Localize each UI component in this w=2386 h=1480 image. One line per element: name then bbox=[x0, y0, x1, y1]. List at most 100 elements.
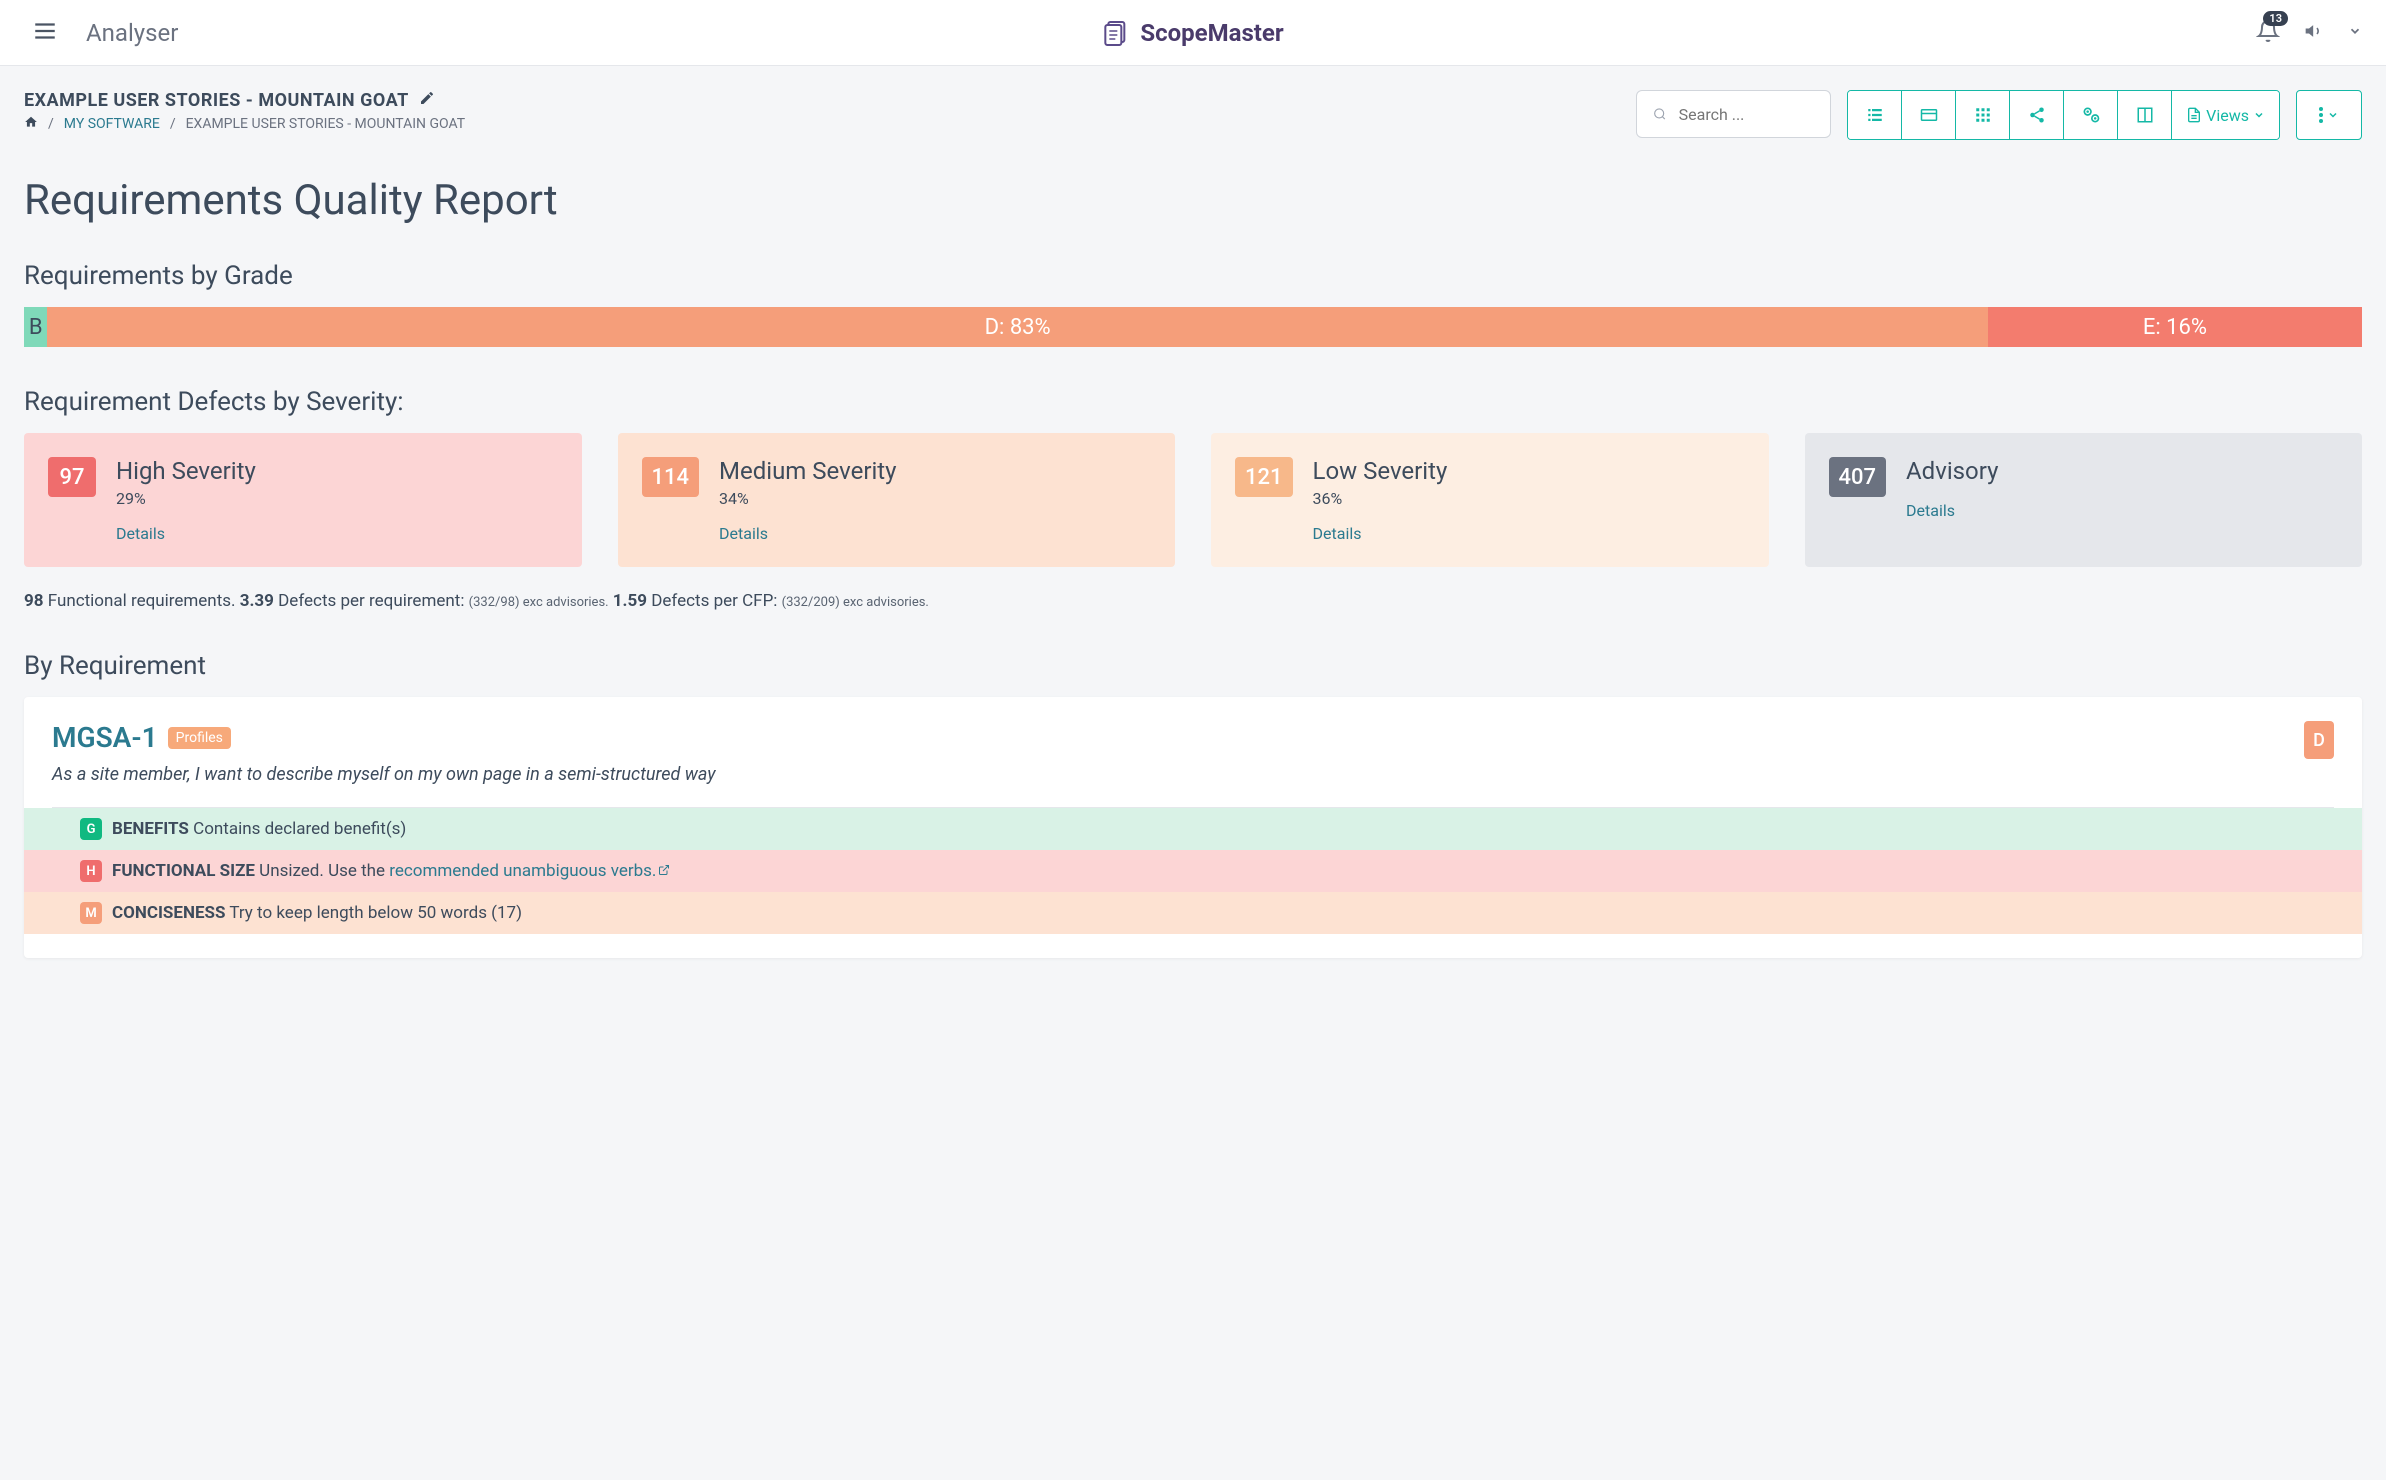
severity-count: 121 bbox=[1235, 457, 1293, 497]
severity-label: Low Severity bbox=[1313, 457, 1448, 485]
logo[interactable]: ScopeMaster bbox=[1102, 18, 1283, 48]
issue-row-good: G BENEFITS Contains declared benefit(s) bbox=[24, 808, 2362, 850]
breadcrumb-link[interactable]: MY SOFTWARE bbox=[64, 116, 160, 132]
verbs-link[interactable]: recommended unambiguous verbs. bbox=[389, 861, 656, 881]
severity-count: 114 bbox=[642, 457, 700, 497]
card-icon bbox=[1920, 106, 1938, 124]
more-actions-button[interactable] bbox=[2296, 90, 2362, 140]
grade-badge: D bbox=[2304, 721, 2334, 759]
card-view-button[interactable] bbox=[1902, 91, 1956, 139]
details-link[interactable]: Details bbox=[1313, 524, 1448, 543]
grade-segment-e: E: 16% bbox=[1988, 307, 2362, 347]
views-dropdown[interactable]: Views bbox=[2172, 91, 2279, 139]
requirement-id-link[interactable]: MGSA-1 bbox=[52, 721, 158, 754]
panel-icon bbox=[2136, 106, 2154, 124]
issue-title: BENEFITS bbox=[112, 819, 189, 839]
search-box[interactable] bbox=[1636, 90, 1831, 138]
search-input[interactable] bbox=[1679, 105, 1815, 124]
chevron-down-icon bbox=[2348, 24, 2362, 38]
severity-label: Medium Severity bbox=[719, 457, 896, 485]
grid-icon bbox=[1974, 106, 1992, 124]
volume-icon bbox=[2304, 21, 2324, 41]
document-icon bbox=[2186, 107, 2202, 123]
header-right: 13 bbox=[2256, 19, 2362, 47]
issue-title: FUNCTIONAL SIZE bbox=[112, 861, 255, 881]
notification-count: 13 bbox=[2263, 11, 2288, 26]
issue-text: Unsized. Use the bbox=[259, 861, 389, 881]
issue-text: Contains declared benefit(s) bbox=[193, 819, 406, 839]
home-icon bbox=[24, 115, 38, 129]
severity-card-medium: 114 Medium Severity 34% Details bbox=[618, 433, 1176, 567]
title-left: EXAMPLE USER STORIES - MOUNTAIN GOAT / M… bbox=[24, 90, 1620, 133]
breadcrumb-current: EXAMPLE USER STORIES - MOUNTAIN GOAT bbox=[186, 116, 466, 132]
grid-view-button[interactable] bbox=[1956, 91, 2010, 139]
details-link[interactable]: Details bbox=[1906, 501, 1998, 520]
req-header: MGSA-1 Profiles bbox=[52, 721, 2334, 754]
grade-segment-d: D: 83% bbox=[47, 307, 1988, 347]
menu-icon bbox=[32, 18, 58, 44]
breadcrumb-sep: / bbox=[170, 116, 176, 132]
details-link[interactable]: Details bbox=[719, 524, 896, 543]
kebab-icon bbox=[2319, 107, 2323, 123]
view-toolbar: Views bbox=[1847, 90, 2280, 140]
gears-icon bbox=[2081, 105, 2101, 125]
page-title: EXAMPLE USER STORIES - MOUNTAIN GOAT bbox=[24, 90, 409, 111]
severity-card-low: 121 Low Severity 36% Details bbox=[1211, 433, 1769, 567]
severity-count: 407 bbox=[1829, 457, 1887, 497]
details-link[interactable]: Details bbox=[116, 524, 256, 543]
severity-grid: 97 High Severity 29% Details 114 Medium … bbox=[24, 433, 2362, 567]
logo-icon bbox=[1102, 18, 1132, 48]
requirement-description: As a site member, I want to describe mys… bbox=[52, 764, 2334, 785]
report-title: Requirements Quality Report bbox=[24, 176, 2362, 225]
issue-badge-h: H bbox=[80, 860, 102, 882]
issue-title: CONCISENESS bbox=[112, 903, 225, 923]
issue-badge-m: M bbox=[80, 902, 102, 924]
severity-label: Advisory bbox=[1906, 457, 1998, 485]
issue-text: Try to keep length below 50 words (17) bbox=[229, 903, 522, 923]
byreq-heading: By Requirement bbox=[24, 651, 2362, 681]
header-dropdown[interactable] bbox=[2348, 23, 2362, 42]
app-title: Analyser bbox=[86, 19, 178, 47]
severity-pct: 34% bbox=[719, 489, 896, 508]
breadcrumb: / MY SOFTWARE / EXAMPLE USER STORIES - M… bbox=[24, 115, 1620, 133]
hamburger-menu[interactable] bbox=[24, 10, 66, 56]
severity-label: High Severity bbox=[116, 457, 256, 485]
edit-title-button[interactable] bbox=[419, 90, 435, 111]
list-view-button[interactable] bbox=[1848, 91, 1902, 139]
issue-row-medium: M CONCISENESS Try to keep length below 5… bbox=[24, 892, 2362, 934]
volume-button[interactable] bbox=[2304, 21, 2324, 45]
profile-tag[interactable]: Profiles bbox=[168, 727, 231, 749]
breadcrumb-home[interactable] bbox=[24, 115, 38, 133]
grades-heading: Requirements by Grade bbox=[24, 261, 2362, 291]
grade-segment-b: B bbox=[24, 307, 47, 347]
severity-pct: 29% bbox=[116, 489, 256, 508]
requirement-card: MGSA-1 Profiles D As a site member, I wa… bbox=[24, 697, 2362, 958]
issue-badge-g: G bbox=[80, 818, 102, 840]
logo-text: ScopeMaster bbox=[1140, 19, 1283, 47]
chevron-down-icon bbox=[2327, 109, 2339, 121]
severity-card-advisory: 407 Advisory Details bbox=[1805, 433, 2363, 567]
app-header: Analyser ScopeMaster 13 bbox=[0, 0, 2386, 66]
severity-count: 97 bbox=[48, 457, 96, 497]
external-link-icon bbox=[658, 861, 670, 881]
severity-pct: 36% bbox=[1313, 489, 1448, 508]
page-title-row: EXAMPLE USER STORIES - MOUNTAIN GOAT bbox=[24, 90, 1620, 111]
pencil-icon bbox=[419, 90, 435, 106]
title-row: EXAMPLE USER STORIES - MOUNTAIN GOAT / M… bbox=[24, 90, 2362, 140]
issue-row-high: H FUNCTIONAL SIZE Unsized. Use the recom… bbox=[24, 850, 2362, 892]
severity-heading: Requirement Defects by Severity: bbox=[24, 387, 2362, 417]
panel-button[interactable] bbox=[2118, 91, 2172, 139]
notifications-button[interactable]: 13 bbox=[2256, 19, 2280, 47]
breadcrumb-sep: / bbox=[48, 116, 54, 132]
chevron-down-icon bbox=[2253, 109, 2265, 121]
views-label: Views bbox=[2206, 106, 2249, 125]
share-button[interactable] bbox=[2010, 91, 2064, 139]
search-icon bbox=[1653, 106, 1666, 122]
severity-card-high: 97 High Severity 29% Details bbox=[24, 433, 582, 567]
main-content: EXAMPLE USER STORIES - MOUNTAIN GOAT / M… bbox=[0, 66, 2386, 982]
summary-line: 98 Functional requirements. 3.39 Defects… bbox=[24, 591, 2362, 611]
grade-bar: B D: 83% E: 16% bbox=[24, 307, 2362, 347]
settings-button[interactable] bbox=[2064, 91, 2118, 139]
list-icon bbox=[1866, 106, 1884, 124]
share-icon bbox=[2028, 106, 2046, 124]
